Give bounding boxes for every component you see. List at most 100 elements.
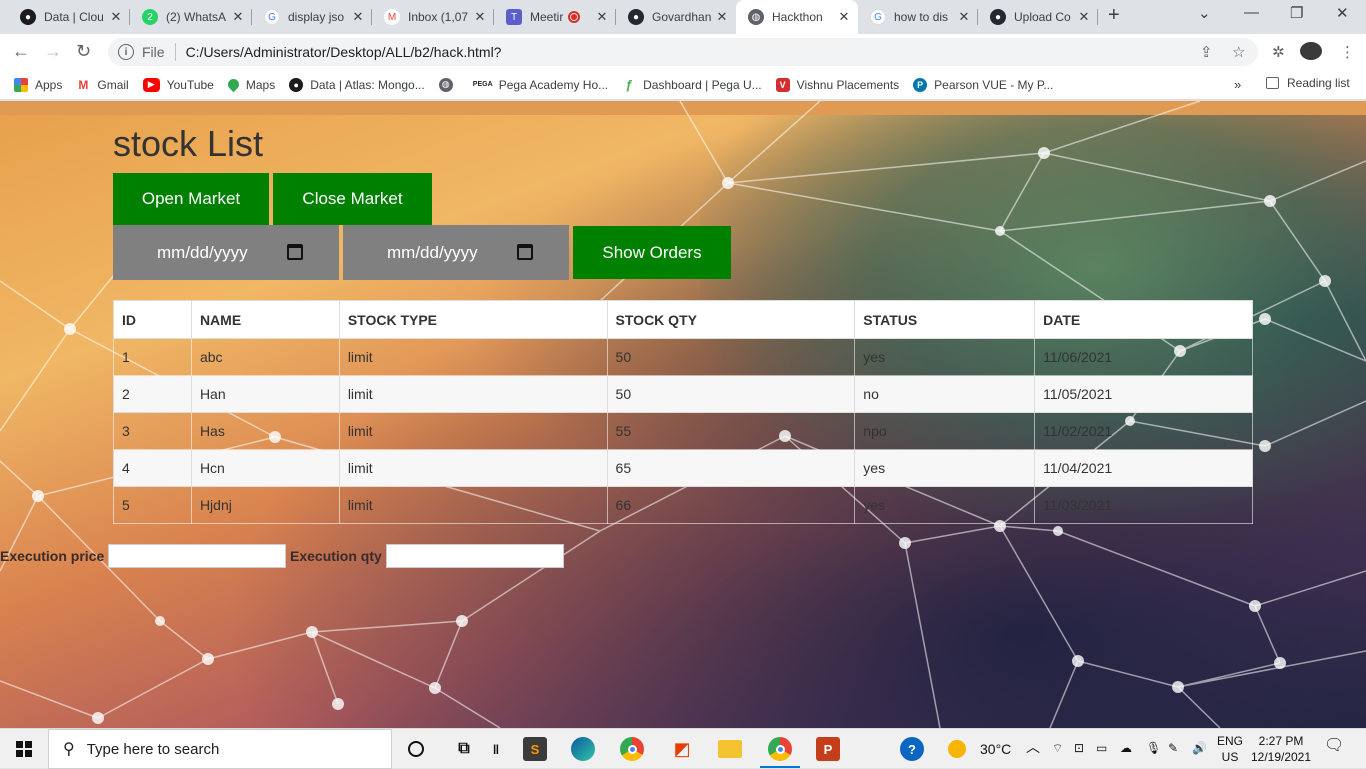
bookmark-star-icon[interactable]: ☆: [1232, 43, 1245, 61]
pega-u-icon: ƒ: [625, 77, 633, 92]
tray-chevron-icon[interactable]: ︿: [1026, 739, 1040, 755]
whatsapp-icon: 2: [142, 9, 158, 25]
bookmark-apps[interactable]: Apps: [14, 77, 62, 92]
cell-name: abc: [190, 338, 340, 376]
close-market-button[interactable]: Close Market: [273, 173, 432, 225]
tab-govardhan[interactable]: ● Govardhan ✕: [616, 0, 736, 34]
bookmarks-bar: Apps M Gmail ▶ YouTube Maps ● Data | Atl…: [0, 70, 1366, 100]
info-icon[interactable]: i: [118, 44, 134, 60]
youtube-icon: ▶: [142, 77, 160, 92]
table-row[interactable]: 3 Has limit 55 npo 11/02/2021: [113, 412, 1253, 450]
task-view-icon[interactable]: ⧉: [452, 737, 476, 761]
cloud-icon[interactable]: ☁: [1120, 740, 1132, 756]
minimize-button[interactable]: —: [1244, 4, 1259, 21]
chrome-active-icon[interactable]: [768, 737, 792, 761]
cell-name: Hjdnj: [190, 486, 340, 524]
help-icon[interactable]: ?: [900, 737, 924, 761]
bookmark-vishnu[interactable]: V Vishnu Placements: [775, 77, 899, 92]
bookmark-youtube[interactable]: ▶ YouTube: [142, 77, 214, 92]
office-icon[interactable]: ◩: [670, 737, 694, 761]
close-icon[interactable]: ✕: [594, 9, 610, 25]
show-orders-button[interactable]: Show Orders: [573, 226, 731, 279]
cell-stock-qty: 66: [606, 486, 856, 524]
share-icon[interactable]: ⇪: [1200, 43, 1213, 61]
search-placeholder: Type here to search: [86, 740, 220, 758]
tab-inbox[interactable]: M Inbox (1,07 ✕: [372, 0, 494, 34]
battery-icon[interactable]: ▭: [1096, 740, 1107, 756]
pen-icon[interactable]: ✎: [1168, 740, 1178, 756]
clock[interactable]: 2:27 PM 12/19/2021: [1250, 733, 1312, 765]
address-bar[interactable]: i File C:/Users/Administrator/Desktop/AL…: [108, 38, 1258, 66]
weather-sun-icon: [948, 740, 966, 758]
url-text[interactable]: C:/Users/Administrator/Desktop/ALL/b2/ha…: [186, 44, 502, 60]
table-row[interactable]: 2 Han limit 50 no 11/05/2021: [113, 375, 1253, 413]
chrome-icon[interactable]: [620, 737, 644, 761]
forward-button[interactable]: →: [44, 41, 62, 62]
menu-icon[interactable]: ⋮: [1340, 43, 1355, 61]
bookmark-atlas[interactable]: ● Data | Atlas: Mongo...: [289, 77, 425, 92]
more-bookmarks-icon[interactable]: »: [1234, 77, 1241, 92]
close-window-button[interactable]: ✕: [1336, 4, 1349, 22]
execution-qty-label: Execution qty: [290, 548, 382, 564]
tab-how-to-display[interactable]: G how to dis ✕: [858, 0, 978, 34]
back-button[interactable]: ←: [12, 41, 30, 62]
bookmark-label: Pega Academy Ho...: [498, 77, 609, 92]
close-icon[interactable]: ✕: [472, 9, 488, 25]
tab-data-cloud[interactable]: ● Data | Clou ✕: [8, 0, 130, 34]
bookmark-globe[interactable]: ◍: [438, 77, 460, 92]
close-icon[interactable]: ✕: [956, 9, 972, 25]
open-market-button[interactable]: Open Market: [113, 173, 269, 225]
reading-list-button[interactable]: Reading list: [1266, 76, 1350, 90]
table-row[interactable]: 1 abc limit 50 yes 11/06/2021: [113, 338, 1253, 376]
powerpoint-icon[interactable]: P: [816, 737, 840, 761]
execution-price-input[interactable]: [108, 544, 287, 568]
taskbar-search-box[interactable]: ⚲ Type here to search: [48, 729, 392, 769]
table-row[interactable]: 4 Hcn limit 65 yes 11/04/2021: [113, 449, 1253, 487]
calendar-icon[interactable]: [517, 244, 533, 260]
tab-upload-code[interactable]: ● Upload Co ✕: [978, 0, 1098, 34]
tab-display-json[interactable]: G display jso ✕: [252, 0, 372, 34]
date-placeholder: mm/dd/yyyy: [387, 242, 478, 262]
new-tab-button[interactable]: +: [1108, 4, 1120, 27]
bookmark-pega-dashboard[interactable]: ƒ Dashboard | Pega U...: [622, 77, 762, 92]
date-to-input[interactable]: mm/dd/yyyy: [343, 225, 569, 280]
column-header-status: STATUS: [854, 300, 1036, 339]
edge-icon[interactable]: [571, 737, 595, 761]
microphone-icon[interactable]: 🎙: [1146, 740, 1161, 756]
cell-date: 11/02/2021: [1034, 412, 1253, 450]
close-icon[interactable]: ✕: [836, 9, 852, 25]
close-icon[interactable]: ✕: [108, 9, 124, 25]
bookmark-gmail[interactable]: M Gmail: [76, 78, 128, 92]
tab-hackthon[interactable]: ◍ Hackthon ✕: [736, 0, 858, 34]
bookmark-maps[interactable]: Maps: [225, 76, 275, 93]
network-icon[interactable]: ⌔: [1052, 740, 1063, 756]
sublime-text-icon[interactable]: S: [523, 737, 547, 761]
windows-start-icon[interactable]: [16, 741, 32, 757]
profile-avatar[interactable]: [1300, 42, 1322, 60]
close-icon[interactable]: ✕: [714, 9, 730, 25]
reload-button[interactable]: ↻: [76, 41, 91, 62]
extensions-icon[interactable]: ✲: [1272, 43, 1285, 61]
camera-icon[interactable]: ⊡: [1074, 740, 1084, 756]
cell-id: 4: [113, 449, 192, 487]
tab-search-icon[interactable]: ⌄: [1198, 4, 1211, 22]
table-row[interactable]: 5 Hjdnj limit 66 yes 11/03/2021: [113, 486, 1253, 524]
weather-temp[interactable]: 30°C: [980, 741, 1011, 757]
notification-icon[interactable]: 🗨: [1324, 738, 1344, 754]
language-code: ENG: [1216, 734, 1243, 748]
close-icon[interactable]: ✕: [350, 9, 366, 25]
bookmark-pearson[interactable]: P Pearson VUE - My P...: [913, 77, 1053, 92]
cortana-icon[interactable]: [404, 737, 428, 761]
close-icon[interactable]: ✕: [1076, 9, 1092, 25]
volume-icon[interactable]: 🔊: [1192, 740, 1207, 756]
language-indicator[interactable]: ENG US: [1216, 733, 1244, 765]
tab-meeting[interactable]: T Meetir ✕: [494, 0, 616, 34]
bookmark-pega-academy[interactable]: PEGA Pega Academy Ho...: [473, 77, 609, 92]
execution-qty-input[interactable]: [385, 544, 564, 568]
calendar-icon[interactable]: [287, 244, 303, 260]
date-from-input[interactable]: mm/dd/yyyy: [113, 225, 339, 280]
tab-whatsapp[interactable]: 2 (2) WhatsA ✕: [130, 0, 252, 34]
file-explorer-icon[interactable]: [718, 740, 742, 758]
close-icon[interactable]: ✕: [230, 9, 246, 25]
maximize-button[interactable]: ❐: [1290, 4, 1303, 22]
